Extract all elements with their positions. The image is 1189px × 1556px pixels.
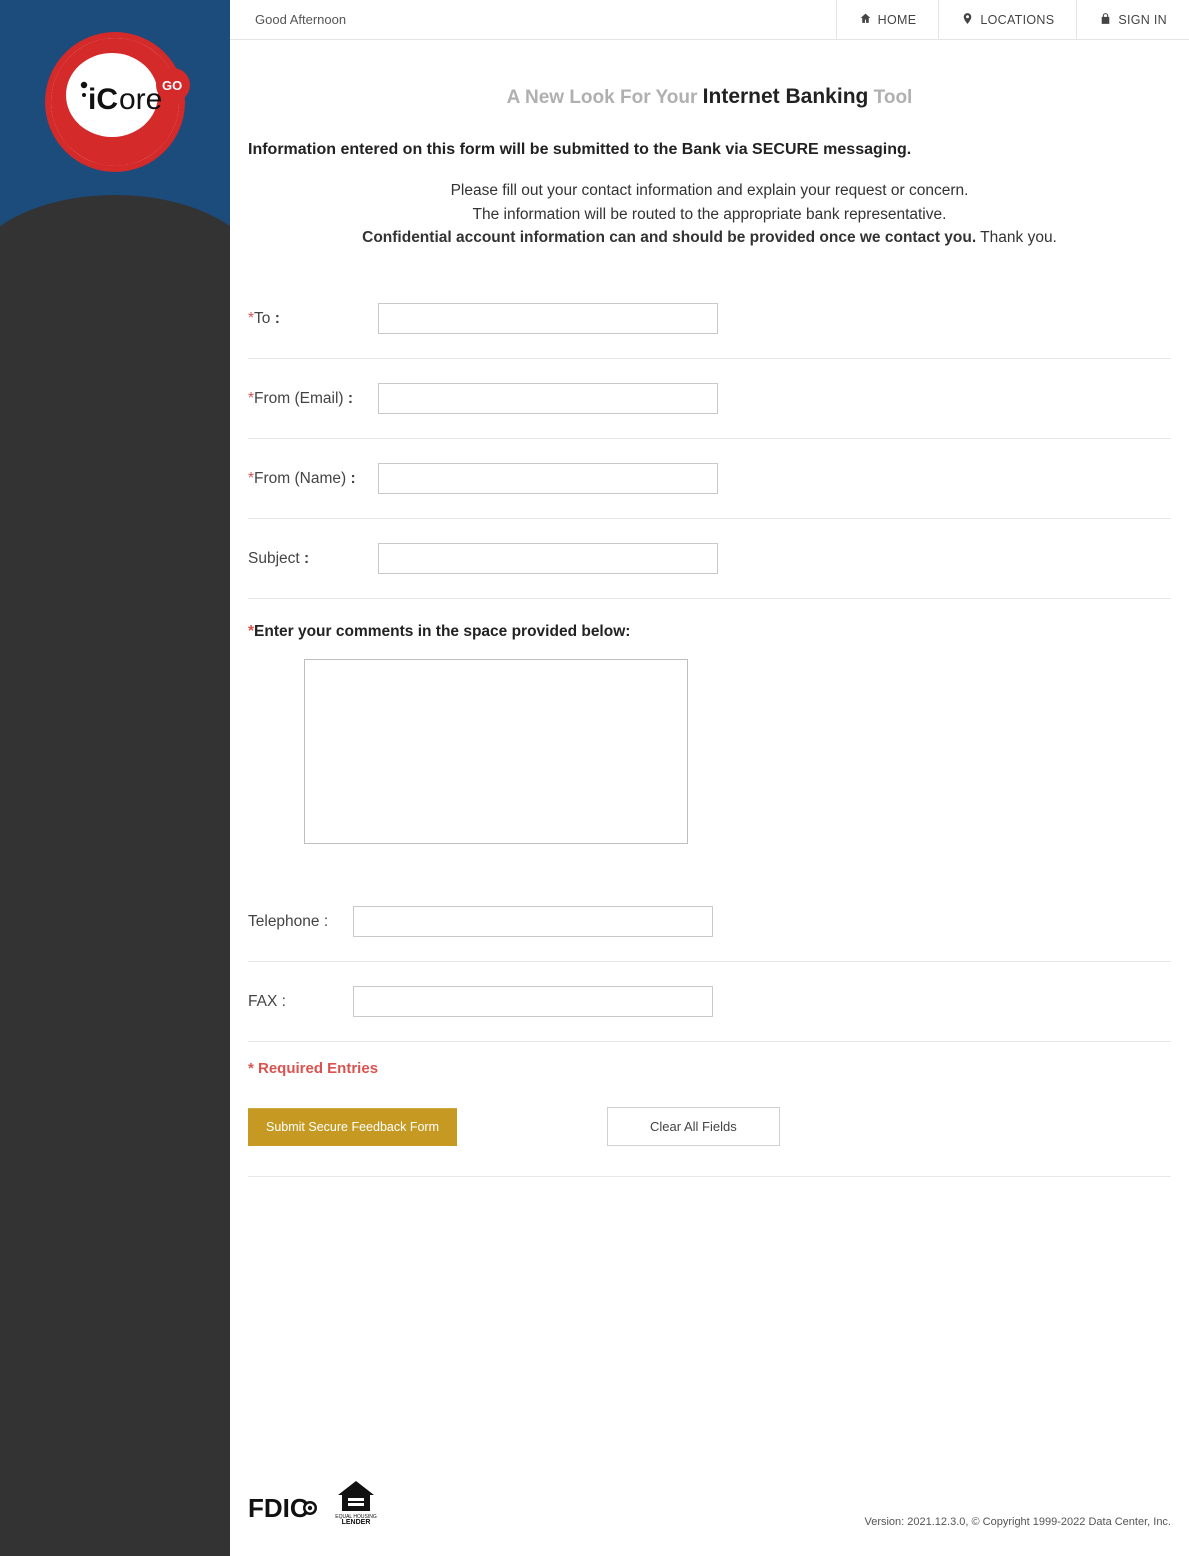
input-from-name[interactable] (378, 463, 718, 494)
sidebar-header: iC ore GO (0, 0, 230, 235)
sidebar: iC ore GO (0, 0, 230, 1556)
input-comments[interactable] (304, 659, 688, 844)
hero-emph: Internet Banking (703, 85, 869, 108)
nav-home[interactable]: HOME (836, 0, 939, 39)
row-subject: Subject : (248, 519, 1171, 599)
main-content: Good Afternoon HOME LOCATIONS SIGN IN (230, 0, 1189, 1556)
svg-text:LENDER: LENDER (342, 1519, 371, 1525)
instructions-thanks: Thank you. (976, 229, 1057, 246)
instructions-bold: Confidential account information can and… (362, 229, 976, 246)
label-comments: *Enter your comments in the space provid… (248, 623, 1171, 641)
input-subject[interactable] (378, 543, 718, 574)
input-fax[interactable] (353, 986, 713, 1017)
footer-version: Version: 2021.12.3.0, © Copyright 1999-2… (864, 1516, 1171, 1528)
label-to: *To : (248, 310, 358, 328)
instructions: Please fill out your contact information… (248, 179, 1171, 249)
required-entries-note: * Required Entries (248, 1042, 1171, 1107)
label-from-email: *From (Email) : (248, 390, 358, 408)
nav-signin[interactable]: SIGN IN (1076, 0, 1189, 39)
button-row: Submit Secure Feedback Form Clear All Fi… (248, 1107, 1171, 1177)
row-to: *To : (248, 279, 1171, 359)
hero-lead: A New Look For Your (507, 87, 703, 108)
nav-locations[interactable]: LOCATIONS (938, 0, 1076, 39)
svg-text:ore: ore (119, 83, 162, 116)
label-fax: FAX : (248, 993, 333, 1011)
topbar: Good Afternoon HOME LOCATIONS SIGN IN (230, 0, 1189, 40)
map-pin-icon (961, 12, 974, 28)
row-comments: *Enter your comments in the space provid… (248, 599, 1171, 852)
label-telephone: Telephone : (248, 913, 333, 931)
instructions-line2: The information will be routed to the ap… (473, 206, 947, 223)
svg-text:GO: GO (162, 78, 182, 93)
row-from-email: *From (Email) : (248, 359, 1171, 439)
instructions-line1: Please fill out your contact information… (451, 182, 969, 199)
svg-text:FDIC: FDIC (248, 1493, 309, 1523)
input-to[interactable] (378, 303, 718, 334)
label-from-name: *From (Name) : (248, 470, 358, 488)
row-telephone: Telephone : (248, 882, 1171, 962)
hero-trail: Tool (868, 87, 912, 108)
home-icon (859, 12, 872, 28)
input-telephone[interactable] (353, 906, 713, 937)
label-subject: Subject : (248, 550, 358, 568)
hero-heading: A New Look For Your Internet Banking Too… (230, 40, 1189, 139)
clear-button[interactable]: Clear All Fields (607, 1107, 780, 1146)
input-from-email[interactable] (378, 383, 718, 414)
svg-text:iC: iC (88, 83, 118, 116)
footer: FDIC EQUAL HOUSING LENDER (230, 1459, 1189, 1556)
equal-housing-lender-badge: EQUAL HOUSING LENDER (334, 1479, 378, 1528)
brand-logo: iC ore GO (0, 0, 230, 175)
fdic-badge: FDIC (248, 1491, 320, 1528)
row-from-name: *From (Name) : (248, 439, 1171, 519)
secure-notice: Information entered on this form will be… (248, 139, 1171, 161)
greeting-text: Good Afternoon (230, 0, 836, 39)
nav-locations-label: LOCATIONS (980, 13, 1054, 27)
row-fax: FAX : (248, 962, 1171, 1042)
lock-icon (1099, 12, 1112, 28)
nav-signin-label: SIGN IN (1118, 13, 1167, 27)
nav-home-label: HOME (878, 13, 917, 27)
submit-button[interactable]: Submit Secure Feedback Form (248, 1108, 457, 1146)
